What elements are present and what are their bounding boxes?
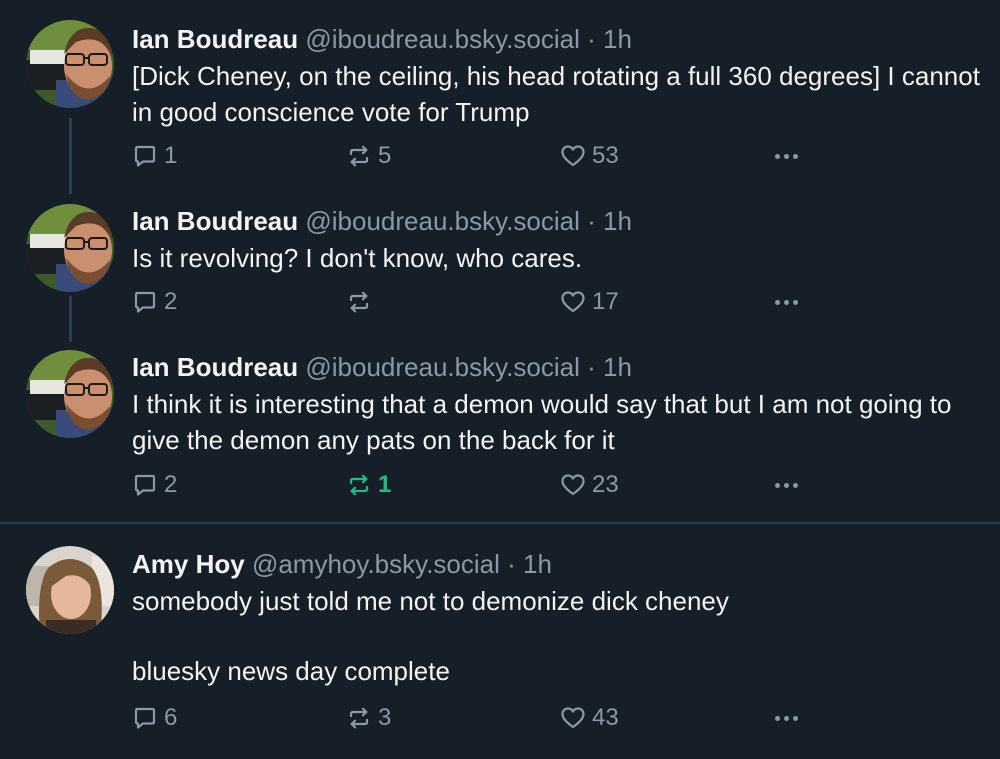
post-actions: 6 3 43 bbox=[132, 703, 832, 733]
like-count: 17 bbox=[592, 288, 619, 315]
post-header: Ian Boudreau @iboudreau.bsky.social · 1h bbox=[132, 206, 632, 236]
reply-button[interactable]: 1 bbox=[132, 141, 177, 171]
post-text-line: somebody just told me not to demonize di… bbox=[132, 586, 729, 616]
speech-bubble-icon bbox=[132, 472, 158, 498]
author-handle[interactable]: @amyhoy.bsky.social bbox=[252, 549, 500, 579]
post-text: [Dick Cheney, on the ceiling, his head r… bbox=[132, 58, 992, 130]
repost-button[interactable]: 1 bbox=[346, 470, 391, 500]
separator: · bbox=[507, 549, 516, 579]
timestamp[interactable]: 1h bbox=[523, 549, 552, 579]
repost-arrows-icon bbox=[346, 289, 372, 315]
post-text-content: [Dick Cheney, on the ceiling, his head r… bbox=[132, 61, 980, 127]
ellipsis-dot bbox=[784, 153, 789, 159]
separator: · bbox=[587, 24, 596, 54]
post-text: somebody just told me not to demonize di… bbox=[132, 583, 992, 689]
timestamp[interactable]: 1h bbox=[603, 352, 632, 382]
post[interactable]: Ian Boudreau @iboudreau.bsky.social · 1h… bbox=[0, 340, 1000, 522]
ellipsis-dot bbox=[784, 482, 789, 488]
heart-icon bbox=[560, 472, 586, 498]
repost-count: 1 bbox=[378, 471, 392, 498]
author-handle[interactable]: @iboudreau.bsky.social bbox=[305, 352, 580, 382]
post-text-content: Is it revolving? I don't know, who cares… bbox=[132, 243, 583, 273]
reply-count: 6 bbox=[164, 704, 178, 731]
ellipsis-dot bbox=[784, 715, 789, 721]
like-button[interactable]: 43 bbox=[560, 703, 619, 733]
post[interactable]: Amy Hoy @amyhoy.bsky.social · 1h somebod… bbox=[0, 524, 1000, 759]
more-options-button[interactable] bbox=[775, 703, 802, 733]
author-name[interactable]: Ian Boudreau bbox=[132, 206, 298, 236]
heart-icon bbox=[560, 289, 586, 315]
repost-count: 5 bbox=[378, 142, 392, 169]
separator: · bbox=[587, 206, 596, 236]
like-count: 23 bbox=[592, 471, 619, 498]
avatar-image bbox=[26, 20, 114, 108]
avatar-image bbox=[26, 546, 114, 634]
reply-button[interactable]: 6 bbox=[132, 703, 177, 733]
avatar[interactable] bbox=[26, 204, 114, 292]
repost-button[interactable]: 5 bbox=[346, 141, 391, 171]
post-text-line: bluesky news day complete bbox=[132, 656, 450, 686]
reply-count: 1 bbox=[164, 142, 178, 169]
avatar[interactable] bbox=[26, 350, 114, 438]
heart-icon bbox=[560, 705, 586, 731]
post-text: Is it revolving? I don't know, who cares… bbox=[132, 240, 992, 276]
timestamp[interactable]: 1h bbox=[603, 206, 632, 236]
author-name[interactable]: Amy Hoy bbox=[132, 549, 245, 579]
reply-count: 2 bbox=[164, 471, 178, 498]
repost-button[interactable] bbox=[346, 287, 378, 317]
ellipsis-icon bbox=[775, 153, 780, 159]
avatar-image bbox=[26, 204, 114, 292]
timestamp[interactable]: 1h bbox=[603, 24, 632, 54]
reply-button[interactable]: 2 bbox=[132, 287, 177, 317]
avatar[interactable] bbox=[26, 20, 114, 108]
more-options-button[interactable] bbox=[775, 470, 802, 500]
repost-count: 3 bbox=[378, 704, 392, 731]
reply-count: 2 bbox=[164, 288, 178, 315]
author-name[interactable]: Ian Boudreau bbox=[132, 352, 298, 382]
post[interactable]: Ian Boudreau @iboudreau.bsky.social · 1h… bbox=[0, 190, 1000, 340]
repost-arrows-icon bbox=[346, 143, 372, 169]
ellipsis-icon bbox=[775, 299, 780, 305]
post-header: Ian Boudreau @iboudreau.bsky.social · 1h bbox=[132, 352, 632, 382]
more-options-button[interactable] bbox=[775, 141, 802, 171]
ellipsis-dot bbox=[793, 153, 798, 159]
ellipsis-dot bbox=[784, 299, 789, 305]
post-header: Amy Hoy @amyhoy.bsky.social · 1h bbox=[132, 549, 552, 579]
author-name[interactable]: Ian Boudreau bbox=[132, 24, 298, 54]
author-handle[interactable]: @iboudreau.bsky.social bbox=[305, 206, 580, 236]
repost-button[interactable]: 3 bbox=[346, 703, 391, 733]
like-button[interactable]: 53 bbox=[560, 141, 619, 171]
speech-bubble-icon bbox=[132, 143, 158, 169]
like-count: 53 bbox=[592, 142, 619, 169]
ellipsis-icon bbox=[775, 715, 780, 721]
reply-button[interactable]: 2 bbox=[132, 470, 177, 500]
author-handle[interactable]: @iboudreau.bsky.social bbox=[305, 24, 580, 54]
separator: · bbox=[587, 352, 596, 382]
ellipsis-icon bbox=[775, 482, 780, 488]
post[interactable]: Ian Boudreau @iboudreau.bsky.social · 1h… bbox=[0, 0, 1000, 200]
ellipsis-dot bbox=[793, 715, 798, 721]
post-actions: 2 17 bbox=[132, 287, 832, 317]
post-header: Ian Boudreau @iboudreau.bsky.social · 1h bbox=[132, 24, 632, 54]
post-text-content: I think it is interesting that a demon w… bbox=[132, 389, 952, 455]
heart-icon bbox=[560, 143, 586, 169]
avatar[interactable] bbox=[26, 546, 114, 634]
like-count: 43 bbox=[592, 704, 619, 731]
like-button[interactable]: 23 bbox=[560, 470, 619, 500]
post-actions: 2 1 23 bbox=[132, 470, 832, 500]
post-actions: 1 5 53 bbox=[132, 141, 832, 171]
ellipsis-dot bbox=[793, 299, 798, 305]
more-options-button[interactable] bbox=[775, 287, 802, 317]
post-text: I think it is interesting that a demon w… bbox=[132, 386, 992, 458]
avatar-image bbox=[26, 350, 114, 438]
speech-bubble-icon bbox=[132, 289, 158, 315]
repost-arrows-icon bbox=[346, 705, 372, 731]
speech-bubble-icon bbox=[132, 705, 158, 731]
like-button[interactable]: 17 bbox=[560, 287, 619, 317]
ellipsis-dot bbox=[793, 482, 798, 488]
repost-arrows-icon bbox=[346, 472, 372, 498]
